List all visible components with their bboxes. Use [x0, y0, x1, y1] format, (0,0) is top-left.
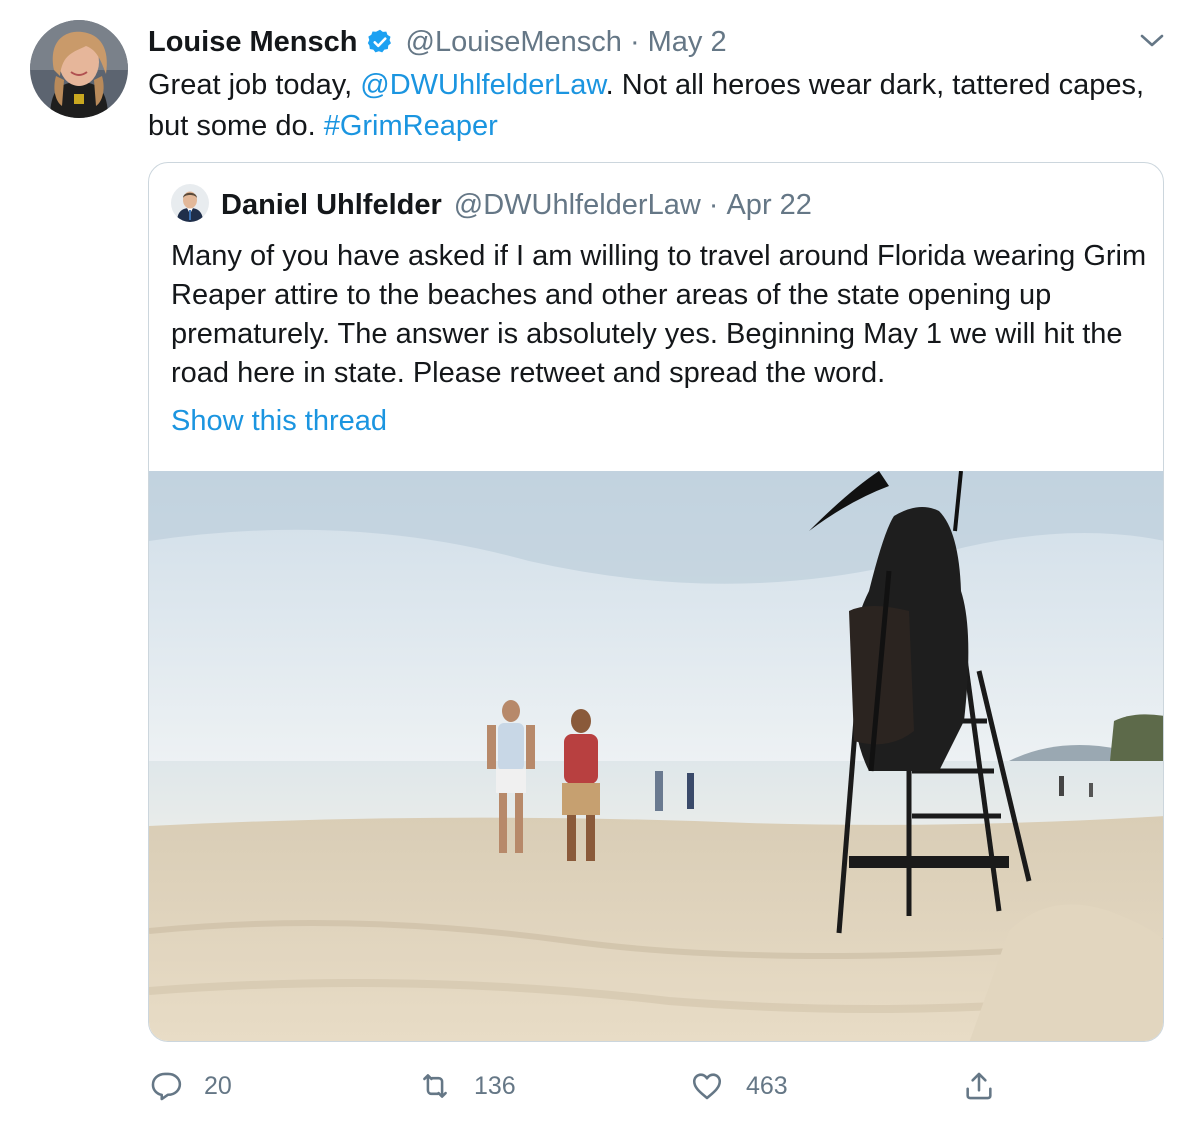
tweet[interactable]: Louise Mensch @LouiseMensch · May 2 Grea… [0, 0, 1196, 1123]
share-icon [966, 1072, 992, 1100]
reply-button[interactable]: 20 [148, 1064, 232, 1108]
quoted-author-handle[interactable]: @DWUhlfelderLaw [454, 189, 701, 222]
beach-photo-grim-reaper[interactable] [149, 471, 1164, 1042]
like-count: 463 [746, 1071, 788, 1100]
quoted-author-name[interactable]: Daniel Uhlfelder [221, 189, 442, 222]
author-name[interactable]: Louise Mensch [148, 26, 358, 59]
like-button[interactable]: 463 [690, 1064, 788, 1108]
header-separator: · [629, 25, 640, 58]
hashtag-link[interactable]: #GrimReaper [324, 110, 498, 142]
author-handle[interactable]: @LouiseMensch [406, 26, 622, 59]
quoted-tweet-text: Many of you have asked if I am willing t… [171, 240, 1147, 389]
quoted-tweet-date[interactable]: Apr 22 [726, 189, 811, 222]
tweet-actions: 20 136 463 [148, 1064, 1048, 1108]
chevron-down-icon[interactable] [1139, 32, 1165, 50]
quoted-author-avatar[interactable] [171, 184, 209, 222]
avatar-image [30, 20, 128, 118]
show-thread-link[interactable]: Show this thread [171, 405, 387, 438]
retweet-button[interactable]: 136 [418, 1064, 516, 1108]
heart-icon [692, 1073, 722, 1100]
tweet-date[interactable]: May 2 [648, 26, 727, 59]
mention-link[interactable]: @DWUhlfelderLaw [360, 69, 605, 101]
quoted-avatar-image [171, 184, 209, 222]
reply-icon [151, 1072, 182, 1101]
tweet-text-part1: Great job today, [148, 69, 361, 101]
verified-badge-icon [366, 28, 394, 56]
quoted-tweet-header: Daniel Uhlfelder @DWUhlfelderLaw · Apr 2… [221, 187, 812, 223]
tweet-header: Louise Mensch @LouiseMensch · May 2 [148, 24, 727, 60]
retweet-icon [423, 1074, 447, 1098]
retweet-count: 136 [474, 1071, 516, 1100]
reply-count: 20 [204, 1071, 232, 1100]
quoted-tweet-card[interactable]: Daniel Uhlfelder @DWUhlfelderLaw · Apr 2… [148, 162, 1164, 1042]
author-avatar[interactable] [30, 20, 128, 118]
share-button[interactable] [962, 1064, 996, 1108]
tweet-text: Great job today, @DWUhlfelderLaw. Not al… [148, 65, 1158, 147]
quoted-header-separator: · [708, 188, 719, 221]
